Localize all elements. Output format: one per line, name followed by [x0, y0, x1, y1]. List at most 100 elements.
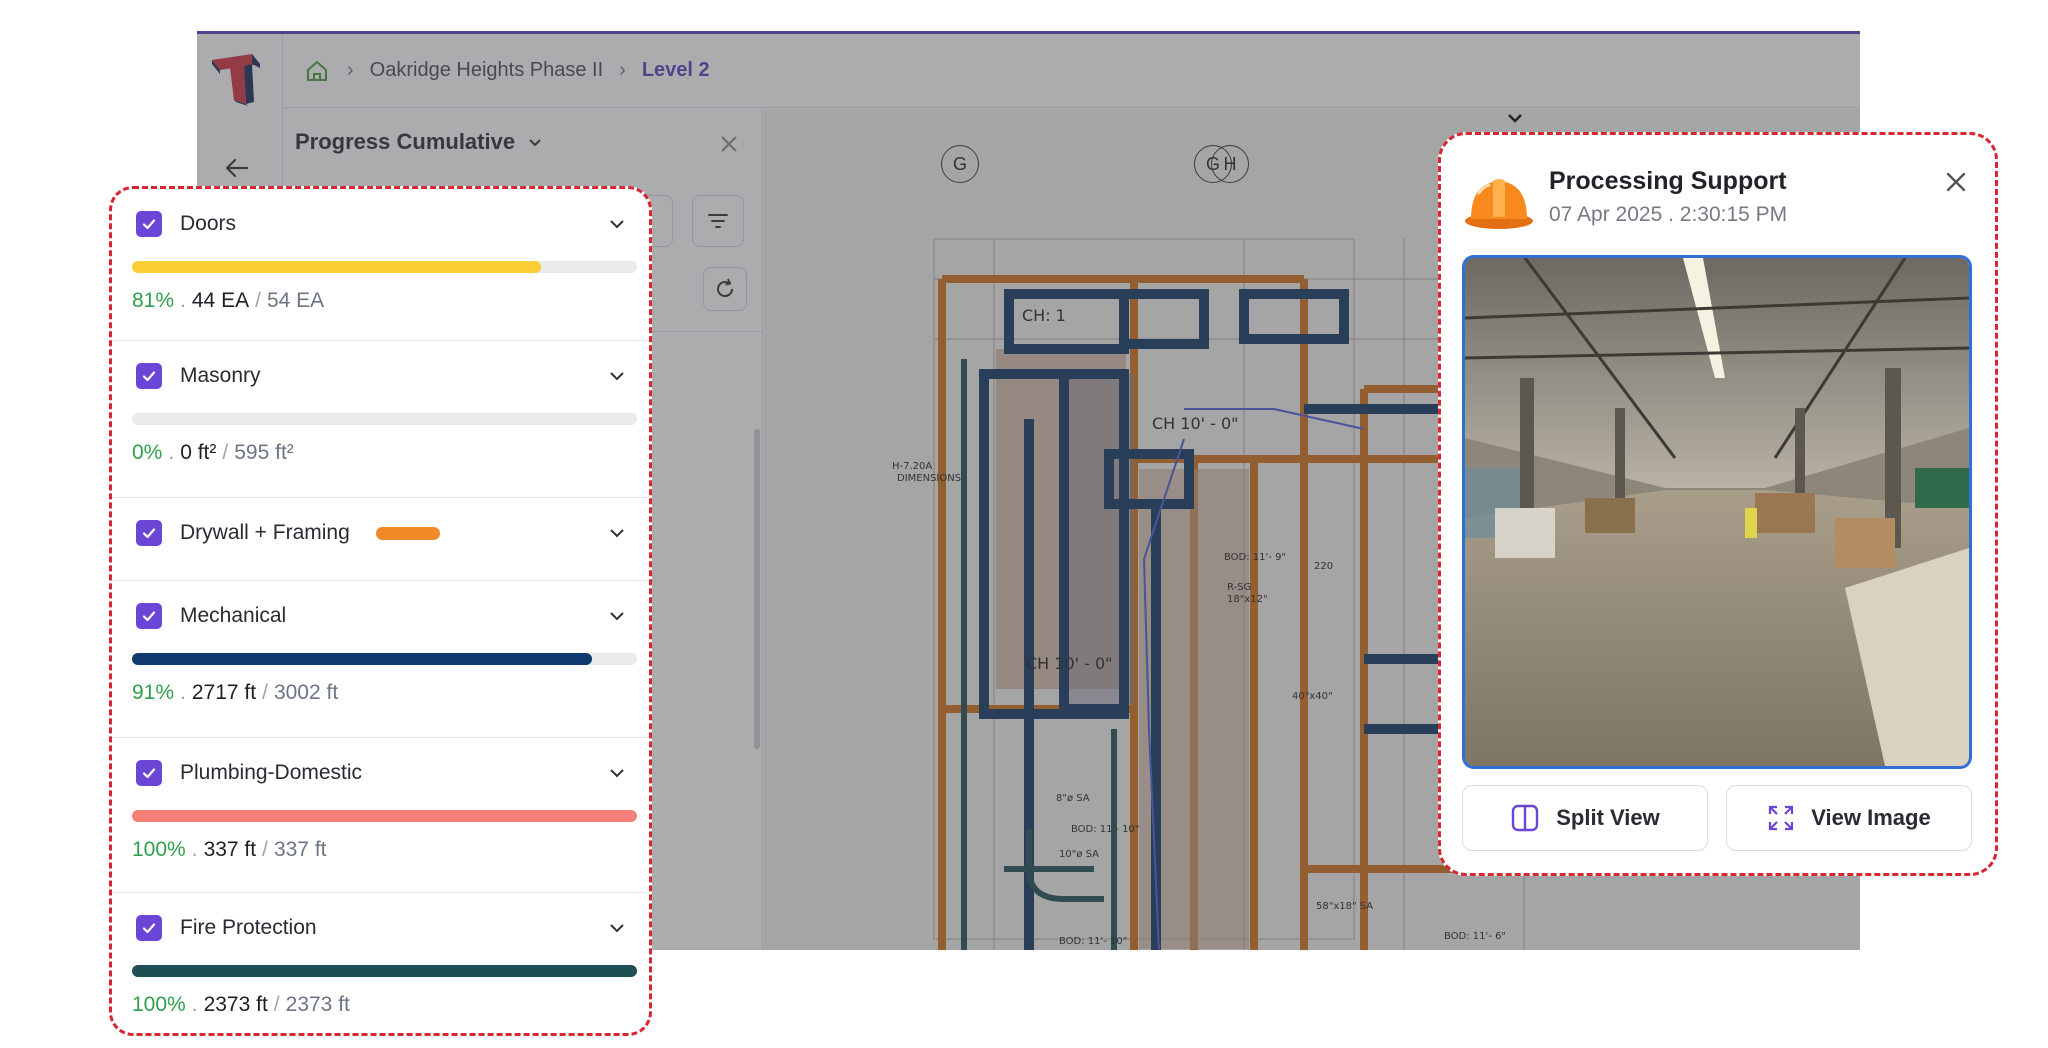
layer-item-plumbing-domestic[interactable]: Plumbing-Domestic 100%. 337 ft/337 ft: [112, 738, 649, 893]
layer-checkbox[interactable]: [136, 915, 162, 941]
layer-item-doors[interactable]: Doors 81%. 44 EA/54 EA: [112, 189, 649, 341]
progress-bar-fill: [132, 810, 637, 822]
drawing-label: BOD: 11'- 6": [1444, 931, 1506, 942]
check-icon: [142, 923, 156, 934]
split-view-icon: [1512, 804, 1539, 832]
separator-slash: /: [273, 993, 280, 1016]
separator-dot: .: [191, 838, 198, 861]
processing-support-card: Processing Support 07 Apr 2025 . 2:30:15…: [1438, 132, 1998, 876]
layer-name: Drywall + Framing: [180, 521, 350, 544]
refresh-icon: [717, 278, 734, 298]
progress-bar: [132, 810, 637, 822]
layer-checkbox[interactable]: [136, 760, 162, 786]
hardhat-icon: [1465, 179, 1533, 229]
close-icon[interactable]: [1945, 171, 1967, 193]
breadcrumb-project[interactable]: Oakridge Heights Phase II: [370, 59, 603, 82]
filter-button[interactable]: [692, 195, 744, 247]
layers-progress-card: Doors 81%. 44 EA/54 EA Masonry 0%. 0 ft²/5…: [109, 186, 652, 1036]
layer-item-fire-protection[interactable]: Fire Protection 100%. 2373 ft/2373 ft: [112, 893, 649, 1033]
separator-dot: .: [180, 681, 186, 704]
drawing-label: BOD: 11'- 10": [1071, 824, 1139, 835]
layer-stats: 100%. 2373 ft/2373 ft: [132, 993, 350, 1017]
layer-color-swatch: [375, 526, 440, 540]
separator-dot: .: [191, 993, 198, 1016]
quantity-done: 44 EA: [191, 289, 250, 312]
drawing-label: H-7.20A: [892, 461, 932, 472]
drawing-label: BOD: 11'- 10": [1059, 936, 1127, 947]
separator-slash: /: [255, 289, 261, 312]
view-image-button[interactable]: View Image: [1726, 785, 1972, 851]
layer-name: Mechanical: [180, 604, 287, 627]
breadcrumb: › Oakridge Heights Phase II › Level 2: [283, 34, 1860, 108]
check-icon: [142, 611, 156, 622]
breadcrumb-level[interactable]: Level 2: [642, 59, 710, 82]
split-view-button[interactable]: Split View: [1462, 785, 1708, 851]
layer-item-masonry[interactable]: Masonry 0%. 0 ft²/595 ft²: [112, 341, 649, 498]
quantity-total: 2373 ft: [285, 993, 350, 1016]
chevron-right-icon: ›: [619, 59, 626, 81]
percent-complete: 81%: [132, 289, 175, 312]
chevron-down-icon[interactable]: [607, 366, 627, 386]
drawing-label: 18"x12": [1227, 594, 1268, 605]
logo-icon[interactable]: [208, 50, 266, 108]
percent-complete: 0%: [132, 441, 163, 464]
drawing-label: BOD: 11'- 9": [1224, 552, 1286, 563]
quantity-total: 54 EA: [266, 289, 325, 312]
check-icon: [142, 219, 156, 230]
layer-stats: 91%. 2717 ft/3002 ft: [132, 681, 338, 705]
layer-checkbox[interactable]: [136, 363, 162, 389]
drawing-label: 8"ø SA: [1056, 793, 1090, 804]
separator-dot: .: [168, 441, 175, 464]
progress-bar: [132, 413, 637, 425]
chevron-down-icon[interactable]: [607, 606, 627, 626]
quantity-total: 3002 ft: [273, 681, 339, 704]
drawing-label: 220: [1314, 561, 1333, 572]
refresh-button[interactable]: [703, 267, 747, 311]
grid-bubble: H: [1211, 145, 1249, 183]
layer-checkbox[interactable]: [136, 603, 162, 629]
progress-bar-fill: [132, 965, 637, 977]
drawing-label: DIMENSIONS: [897, 473, 961, 484]
chevron-down-icon[interactable]: [607, 214, 627, 234]
layer-item-mechanical[interactable]: Mechanical 91%. 2717 ft/3002 ft: [112, 581, 649, 738]
scrollbar[interactable]: [754, 429, 760, 749]
drawing-label: R-SG: [1227, 582, 1251, 593]
layer-name: Doors: [180, 212, 237, 235]
close-icon[interactable]: [718, 133, 740, 155]
expand-icon: [1769, 805, 1794, 831]
separator-slash: /: [262, 838, 268, 861]
quantity-total: 595 ft²: [234, 441, 294, 464]
progress-bar-fill: [132, 261, 542, 273]
progress-bar-fill: [132, 653, 592, 665]
progress-bar: [132, 965, 637, 977]
quantity-done: 2717 ft: [191, 681, 257, 704]
chevron-down-icon[interactable]: [607, 763, 627, 783]
drawing-label: 40"x40": [1292, 691, 1333, 702]
layer-stats: 100%. 337 ft/337 ft: [132, 838, 327, 862]
split-view-label: Split View: [1556, 805, 1660, 830]
progress-bar: [132, 261, 637, 273]
quantity-total: 337 ft: [273, 838, 327, 861]
construction-site-image: [1465, 258, 1969, 766]
separator-dot: .: [180, 289, 186, 312]
chevron-down-icon[interactable]: [607, 523, 627, 543]
percent-complete: 100%: [132, 993, 186, 1016]
panel-title-dropdown[interactable]: Progress Cumulative: [295, 129, 543, 155]
chevron-right-icon: ›: [347, 59, 354, 81]
chevron-down-icon[interactable]: [1505, 108, 1525, 128]
layer-stats: 0%. 0 ft²/595 ft²: [132, 441, 294, 465]
back-arrow-icon[interactable]: [221, 152, 253, 184]
layer-checkbox[interactable]: [136, 211, 162, 237]
site-photo[interactable]: [1462, 255, 1972, 769]
check-icon: [142, 768, 156, 779]
quantity-done: 2373 ft: [203, 993, 268, 1016]
drawing-label: 10"ø SA: [1059, 849, 1099, 860]
percent-complete: 100%: [132, 838, 186, 861]
layer-stats: 81%. 44 EA/54 EA: [132, 289, 324, 313]
layer-item-drywall-framing[interactable]: Drywall + Framing: [112, 498, 649, 581]
layer-checkbox[interactable]: [136, 520, 162, 546]
filter-icon: [708, 214, 728, 228]
percent-complete: 91%: [132, 681, 175, 704]
home-icon[interactable]: [303, 57, 331, 85]
chevron-down-icon[interactable]: [607, 918, 627, 938]
